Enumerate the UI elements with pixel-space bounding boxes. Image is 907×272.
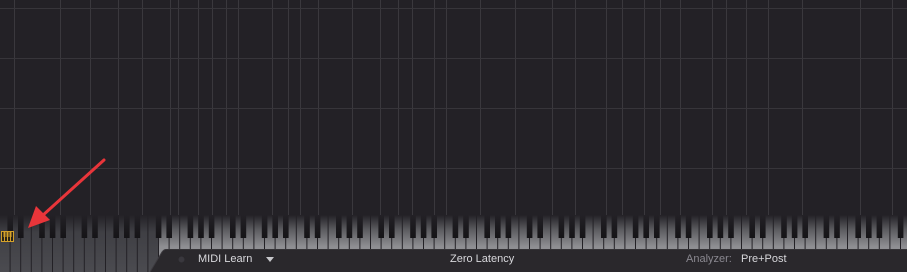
piano-black-key[interactable] bbox=[166, 215, 172, 238]
piano-black-key[interactable] bbox=[823, 215, 830, 238]
piano-black-key[interactable] bbox=[495, 215, 501, 238]
piano-black-key[interactable] bbox=[431, 215, 437, 238]
piano-black-key[interactable] bbox=[389, 215, 395, 238]
piano-black-key[interactable] bbox=[81, 215, 88, 238]
piano-black-key[interactable] bbox=[760, 215, 766, 238]
piano-black-key[interactable] bbox=[240, 215, 247, 238]
piano-black-key[interactable] bbox=[834, 215, 840, 238]
piano-black-key[interactable] bbox=[654, 215, 660, 238]
piano-black-key[interactable] bbox=[49, 215, 56, 238]
piano-black-key[interactable] bbox=[707, 215, 713, 238]
piano-black-key[interactable] bbox=[579, 215, 586, 238]
piano-black-key[interactable] bbox=[526, 215, 533, 238]
record-dot-icon[interactable] bbox=[178, 256, 185, 263]
piano-black-key[interactable] bbox=[569, 215, 575, 238]
analyzer-mode-button[interactable]: Pre+Post bbox=[741, 253, 787, 266]
piano-black-key[interactable] bbox=[728, 215, 734, 238]
piano-black-key[interactable] bbox=[685, 215, 692, 238]
piano-black-key[interactable] bbox=[632, 215, 639, 238]
grid-lines-vertical bbox=[14, 0, 893, 215]
piano-black-key[interactable] bbox=[537, 215, 543, 238]
piano-black-key[interactable] bbox=[113, 215, 119, 238]
piano-black-key[interactable] bbox=[463, 215, 469, 238]
piano-black-key[interactable] bbox=[346, 215, 353, 238]
piano-black-key[interactable] bbox=[283, 215, 289, 238]
piano-black-key[interactable] bbox=[855, 215, 861, 238]
piano-black-key[interactable] bbox=[314, 215, 321, 238]
piano-black-key[interactable] bbox=[124, 215, 130, 238]
piano-black-key[interactable] bbox=[791, 215, 798, 238]
piano-black-key[interactable] bbox=[675, 215, 681, 238]
piano-black-key[interactable] bbox=[92, 215, 98, 238]
piano-black-key[interactable] bbox=[230, 215, 236, 238]
latency-mode-button[interactable]: Zero Latency bbox=[450, 253, 514, 266]
piano-black-key[interactable] bbox=[717, 215, 724, 238]
piano-black-key[interactable] bbox=[484, 215, 490, 238]
piano-black-key[interactable] bbox=[208, 215, 215, 238]
piano-black-key[interactable] bbox=[505, 215, 512, 238]
piano-black-key[interactable] bbox=[420, 215, 427, 238]
piano-black-key[interactable] bbox=[60, 215, 66, 238]
triangle-down-icon[interactable] bbox=[265, 255, 275, 265]
piano-black-key[interactable] bbox=[304, 215, 310, 238]
piano-black-key[interactable] bbox=[611, 215, 618, 238]
piano-black-key[interactable] bbox=[198, 215, 204, 238]
piano-black-key[interactable] bbox=[558, 215, 565, 238]
piano-black-key[interactable] bbox=[18, 215, 24, 238]
piano-black-key[interactable] bbox=[272, 215, 278, 238]
piano-black-key[interactable] bbox=[155, 215, 162, 238]
piano-keys-icon[interactable] bbox=[1, 231, 15, 243]
eq-display: MIDI Learn Zero Latency Analyzer: Pre+Po… bbox=[0, 0, 907, 272]
midi-learn-button[interactable]: MIDI Learn bbox=[198, 253, 252, 266]
analyzer-grid bbox=[0, 0, 907, 215]
piano-black-key[interactable] bbox=[876, 215, 883, 238]
piano-black-key[interactable] bbox=[866, 215, 872, 238]
analyzer-label: Analyzer: bbox=[686, 253, 732, 265]
piano-black-key[interactable] bbox=[357, 215, 363, 238]
piano-black-key[interactable] bbox=[781, 215, 787, 238]
piano-black-key[interactable] bbox=[410, 215, 416, 238]
grid-lines-horizontal bbox=[0, 8, 907, 169]
piano-black-key[interactable] bbox=[134, 215, 141, 238]
piano-black-key[interactable] bbox=[897, 215, 904, 238]
piano-black-key[interactable] bbox=[749, 215, 755, 238]
piano-black-key[interactable] bbox=[187, 215, 194, 238]
piano-black-key[interactable] bbox=[802, 215, 808, 238]
piano-black-key[interactable] bbox=[336, 215, 342, 238]
piano-black-key[interactable] bbox=[39, 215, 45, 238]
piano-black-key[interactable] bbox=[601, 215, 607, 238]
piano-black-key[interactable] bbox=[452, 215, 459, 238]
piano-black-key[interactable] bbox=[643, 215, 649, 238]
piano-black-key[interactable] bbox=[378, 215, 384, 238]
piano-black-key[interactable] bbox=[261, 215, 268, 238]
